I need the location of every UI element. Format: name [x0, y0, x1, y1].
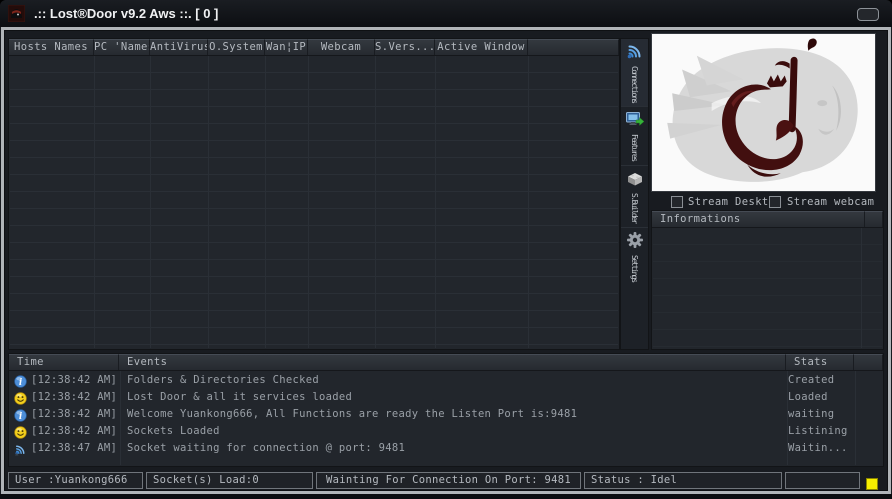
tab-connections-label: Connections	[630, 66, 639, 102]
app-window: .:: Lost®Door v9.2 Aws ::. [ 0 ] Hosts N…	[0, 0, 892, 499]
tab-s-builder[interactable]: S.Builder	[621, 165, 648, 227]
statusbar-empty-panel	[785, 472, 860, 489]
connections-table-header: Hosts Names PC 'Names AntiVirus O.System…	[9, 39, 619, 56]
antenna-icon	[626, 42, 644, 64]
statusbar-waiting: Wainting For Connection On Port: 9481	[316, 472, 581, 489]
log-time: [12:38:42 AM]	[28, 425, 120, 437]
log-time: [12:38:47 AM]	[28, 442, 120, 454]
window-bottom-edge	[0, 494, 892, 499]
gear-icon	[626, 231, 644, 253]
log-row[interactable]: [12:38:42 AM] Lost Door & all it service…	[10, 388, 882, 405]
log-row[interactable]: [12:38:47 AM] Socket waiting for connect…	[10, 439, 882, 456]
log-time: [12:38:42 AM]	[28, 391, 120, 403]
informations-header-filler	[865, 211, 883, 227]
log-event: Folders & Directories Checked	[120, 374, 781, 386]
log-stat: Loaded	[781, 391, 847, 403]
tab-features[interactable]: Features	[621, 106, 648, 165]
log-row[interactable]: i [12:38:42 AM] Welcome Yuankong666, All…	[10, 405, 882, 422]
informations-panel: Informations	[651, 210, 884, 350]
log-time: [12:38:42 AM]	[28, 408, 120, 420]
log-event: Welcome Yuankong666, All Functions are r…	[120, 408, 781, 420]
column-events[interactable]: Events	[119, 354, 786, 370]
informations-body	[653, 228, 882, 348]
smiley-icon	[14, 424, 28, 437]
info-icon: i	[14, 407, 28, 420]
log-event: Sockets Loaded	[120, 425, 781, 437]
column-hosts-names[interactable]: Hosts Names	[9, 39, 94, 55]
informations-header[interactable]: Informations	[652, 211, 865, 227]
connections-table: Hosts Names PC 'Names AntiVirus O.System…	[8, 38, 620, 350]
stream-webcam-checkbox[interactable]	[769, 196, 781, 208]
log-time: [12:38:42 AM]	[28, 374, 120, 386]
column-log-filler	[854, 354, 883, 370]
tab-s-builder-label: S.Builder	[630, 193, 639, 223]
column-os[interactable]: O.System	[208, 39, 265, 55]
stream-desktop-checkbox[interactable]	[671, 196, 683, 208]
log-stat: Waitin...	[781, 442, 847, 454]
app-logo-icon	[8, 5, 25, 22]
antenna-icon	[14, 441, 28, 454]
log-event: Socket waiting for connection @ port: 94…	[120, 442, 781, 454]
log-stat: Created	[781, 374, 847, 386]
monitor-icon	[626, 110, 644, 132]
logo-calligraphy-image	[651, 33, 876, 192]
column-wan-ip[interactable]: Wan¦IP	[265, 39, 308, 55]
statusbar-sockets: Socket(s) Load:0	[146, 472, 313, 489]
info-icon: i	[14, 373, 28, 386]
column-active-window[interactable]: Active Window	[435, 39, 528, 55]
statusbar-status: Status : Idel	[584, 472, 782, 489]
event-log-body: i [12:38:42 AM] Folders & Directories Ch…	[10, 371, 882, 465]
event-log-table: Time Events Stats i [12:38:42 AM] Folder…	[8, 353, 884, 467]
status-led-indicator	[866, 478, 878, 490]
builder-icon	[626, 169, 644, 191]
log-row[interactable]: i [12:38:42 AM] Folders & Directories Ch…	[10, 371, 882, 388]
tab-connections[interactable]: Connections	[621, 39, 648, 106]
statusbar-user: User :Yuankong666	[8, 472, 143, 489]
tab-features-label: Features	[630, 134, 639, 161]
column-pc-names[interactable]: PC 'Names	[94, 39, 150, 55]
connections-table-body	[10, 56, 618, 348]
column-time[interactable]: Time	[9, 354, 119, 370]
tab-settings-label: Settings	[630, 255, 639, 282]
stream-webcam-label: Stream webcam	[787, 196, 874, 208]
column-antivirus[interactable]: AntiVirus	[150, 39, 208, 55]
sidebar-tabstrip: Connections Features	[620, 38, 649, 350]
column-s-version[interactable]: S.Vers...	[375, 39, 435, 55]
log-event: Lost Door & all it services loaded	[120, 391, 781, 403]
log-stat: waiting	[781, 408, 847, 420]
title-bar[interactable]: .:: Lost®Door v9.2 Aws ::. [ 0 ]	[0, 0, 892, 27]
column-webcam[interactable]: Webcam	[308, 39, 375, 55]
svg-text:i: i	[19, 412, 22, 422]
event-log-header: Time Events Stats	[9, 354, 883, 371]
stream-desktop-label: Stream Desktop	[688, 196, 782, 208]
column-filler	[528, 39, 619, 55]
window-title: .:: Lost®Door v9.2 Aws ::. [ 0 ]	[34, 6, 218, 21]
svg-text:i: i	[19, 378, 22, 388]
minimize-button[interactable]	[857, 8, 879, 21]
log-stat: Listining	[781, 425, 847, 437]
log-row[interactable]: [12:38:42 AM] Sockets Loaded Listining	[10, 422, 882, 439]
tab-settings[interactable]: Settings	[621, 227, 648, 286]
column-stats[interactable]: Stats	[786, 354, 854, 370]
smiley-icon	[14, 390, 28, 403]
